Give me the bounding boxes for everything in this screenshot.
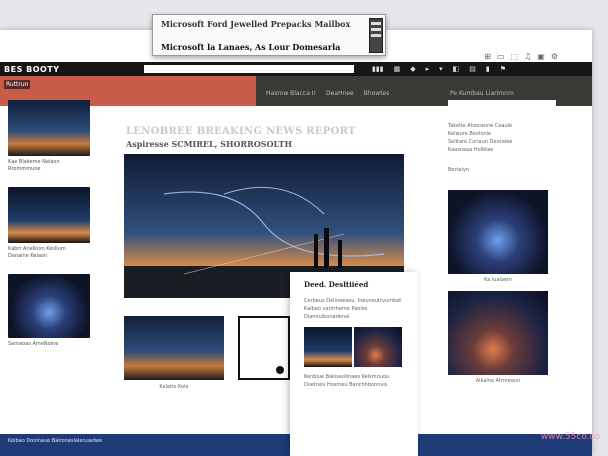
thumbnail-image[interactable] (124, 316, 224, 380)
section-link-2[interactable]: DeaHnee (326, 90, 354, 97)
window-icon[interactable]: ▭ (497, 52, 505, 61)
story-caption: Samaoas AmeNoine (8, 341, 59, 347)
thumbnail-caption: Kelatio Kele (159, 384, 189, 390)
video-thumbnail[interactable] (238, 316, 290, 380)
left-story-card[interactable]: Kabrr Anelkion Kesllum Danalne Kelaon (8, 187, 90, 260)
floating-card-scrollbar[interactable] (369, 18, 383, 53)
main-subheadline: Aspiresse SCMIREL, SHORROSOLTH (126, 139, 293, 149)
webpage: ⊞ ▭ ⬚ ♫ ▣ ⚙ BES BOOTY ▮▮▮ ▦ ◆ ▸ ▾ ◧ ▤ ▮ … (0, 30, 592, 456)
floating-headline-card[interactable]: Microsoft Ford Jewelled Prepacks Mailbox… (152, 14, 386, 56)
main-headline-block: LENOBREE BREAKING NEWS REPORT Aspiresse … (126, 126, 356, 149)
bars-icon[interactable]: ▮▮▮ (372, 65, 384, 73)
right-label: Bertaiyn (448, 166, 556, 174)
right-note: Taketle Ahesianne Ceaule Kelwure Beolonl… (448, 100, 556, 154)
popup-image-left[interactable] (304, 327, 352, 367)
list-icon[interactable]: ▤ (469, 65, 476, 73)
right-story-image[interactable] (448, 190, 548, 274)
play-icon[interactable] (276, 366, 284, 374)
story-thumbnail[interactable] (8, 274, 90, 338)
grid-icon[interactable]: ▦ (394, 65, 401, 73)
right-story-card[interactable]: Ka lualaem (448, 190, 548, 283)
left-story-card[interactable]: Samaoas AmeNoine (8, 274, 90, 348)
popup-image-right[interactable] (354, 327, 402, 367)
right-story-caption: Ka lualaem (484, 277, 512, 283)
popup-body-2: Kenbiue Bakoavilinaes Kelsmnuou Doetneu … (304, 374, 390, 388)
panel-icon[interactable]: ▣ (537, 52, 545, 61)
section-link-right[interactable]: Pe Kumbau Liarimnm (450, 90, 514, 97)
section-link-3[interactable]: Bhowtes (364, 90, 390, 97)
popup-image-pair (304, 327, 404, 367)
site-logo[interactable]: BES BOOTY (4, 65, 144, 74)
left-column: Kae Blakeme Nelaon Rrommmune Kabrr Anelk… (8, 100, 90, 356)
story-thumbnail[interactable] (8, 187, 90, 243)
floating-card-line-2: Microsoft la Lanaes, As Lour Domesarla (161, 42, 341, 52)
play-icon[interactable]: ▸ (426, 65, 430, 73)
diamond-icon[interactable]: ◆ (410, 65, 415, 73)
popup-body-1: Cerbeus Delineeaeu, Ineuneutrvumbat Kalb… (304, 298, 402, 320)
footer-links[interactable]: Kolbao Doolnaue Balroneslalenuadwe (8, 438, 102, 444)
top-navbar: BES BOOTY ▮▮▮ ▦ ◆ ▸ ▾ ◧ ▤ ▮ ⚑ (0, 62, 592, 76)
flag-icon[interactable]: ⚑ (500, 65, 506, 73)
right-story-image[interactable] (448, 291, 548, 375)
half-square-icon[interactable]: ◧ (453, 65, 460, 73)
floating-card-line-1: Microsoft Ford Jewelled Prepacks Mailbox (161, 19, 351, 29)
block-icon[interactable]: ▮ (486, 65, 490, 73)
frame-icon[interactable]: ⬚ (511, 52, 519, 61)
section-link-1[interactable]: Hasrow Blacca Ir (266, 90, 316, 97)
banner-tag: Ruttrun (4, 80, 31, 89)
music-icon[interactable]: ♫ (524, 52, 531, 61)
right-column: Taketle Ahesianne Ceaule Kelwure Beolonl… (448, 100, 556, 384)
dropdown-icon[interactable]: ▾ (439, 65, 443, 73)
left-story-card[interactable]: Kae Blakeme Nelaon Rrommmune (8, 100, 90, 173)
story-thumbnail[interactable] (8, 100, 90, 156)
thumbnail-card[interactable]: Kelatio Kele (124, 316, 224, 390)
grid-icon[interactable]: ⊞ (484, 52, 491, 61)
popup-title: Deed. Desltiiéed (304, 280, 369, 289)
search-input[interactable] (144, 65, 354, 73)
right-story-caption: Alkalne Atmreaun (475, 378, 521, 384)
thumbnail-card[interactable] (238, 316, 290, 380)
right-story-card[interactable]: Alkalne Atmreaun (448, 291, 548, 384)
story-caption: Kae Blakeme Nelaon Rrommmune (8, 159, 60, 172)
section-links: Hasrow Blacca Ir DeaHnee Bhowtes (266, 90, 389, 97)
story-caption: Kabrr Anelkion Kesllum Danalne Kelaon (8, 246, 66, 259)
main-headline[interactable]: LENOBREE BREAKING NEWS REPORT (126, 126, 356, 137)
watermark-text: www.55co.co (540, 432, 600, 442)
article-popup[interactable]: Deed. Desltiiéed Cerbeus Delineeaeu, Ine… (290, 272, 418, 456)
settings-icon[interactable]: ⚙ (551, 52, 558, 61)
nav-icons: ▮▮▮ ▦ ◆ ▸ ▾ ◧ ▤ ▮ ⚑ (372, 65, 506, 73)
